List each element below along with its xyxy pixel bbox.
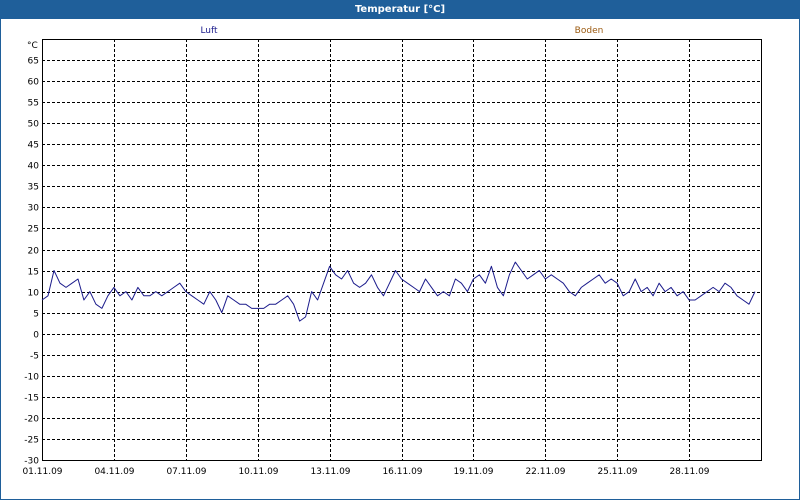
y-tick-label: 5 [33,310,39,320]
x-tick-label: 07.11.09 [166,467,206,477]
y-tick-label: -25 [24,436,39,446]
legend-item-boden: Boden [575,26,604,36]
x-tick-label: 28.11.09 [669,467,709,477]
chart-window: Temperatur [°C] 65 60 55 50 45 40 35 30 25 20 15 10… [0,0,800,500]
x-tick-label: 10.11.09 [238,467,278,477]
y-tick-label: 40 [28,162,40,172]
y-tick-label: -15 [24,394,39,404]
y-tick-label: 65 [28,57,39,67]
y-tick-label: 35 [28,183,39,193]
window-title: Temperatur [°C] [0,0,800,19]
x-tick-label: 25.11.09 [597,467,637,477]
x-axis-ticks: 01.11.09 04.11.09 07.11.09 10.11.09 13.11.09… [22,467,709,477]
y-tick-label: 45 [28,141,39,151]
y-tick-label: 50 [28,120,40,130]
y-tick-label: 0 [33,331,39,341]
x-tick-label: 04.11.09 [94,467,134,477]
legend-item-luft: Luft [200,26,218,36]
series-line-luft [41,261,756,322]
y-tick-label: -30 [24,457,39,467]
legend: Luft Boden [200,26,603,36]
y-tick-label: -5 [30,352,39,362]
y-axis-ticks: 65605550454035302520151050-5-10-15-20-25… [24,57,39,467]
y-tick-label: 10 [28,289,40,299]
y-tick-label: 55 [28,99,39,109]
y-axis-label: °C [27,41,38,51]
temperature-chart: 65605550454035302520151050-5-10-15-20-25… [22,26,762,477]
y-tick-label: -10 [24,373,39,383]
x-tick-label: 16.11.09 [382,467,422,477]
series-lines [41,261,756,322]
y-tick-label: 15 [28,268,39,278]
y-tick-label: 30 [28,204,40,214]
grid-lines [42,39,761,460]
x-tick-label: 19.11.09 [453,467,493,477]
x-tick-label: 01.11.09 [22,467,62,477]
x-tick-label: 13.11.09 [310,467,350,477]
x-tick-label: 22.11.09 [525,467,565,477]
y-tick-label: 20 [28,247,40,257]
chart-frame: 65 60 55 50 45 40 35 30 25 20 15 10 5 0 -5 -10 -15 -20 -25… [0,19,800,500]
y-tick-label: -20 [24,415,39,425]
y-tick-label: 25 [28,225,39,235]
y-tick-label: 60 [28,78,40,88]
